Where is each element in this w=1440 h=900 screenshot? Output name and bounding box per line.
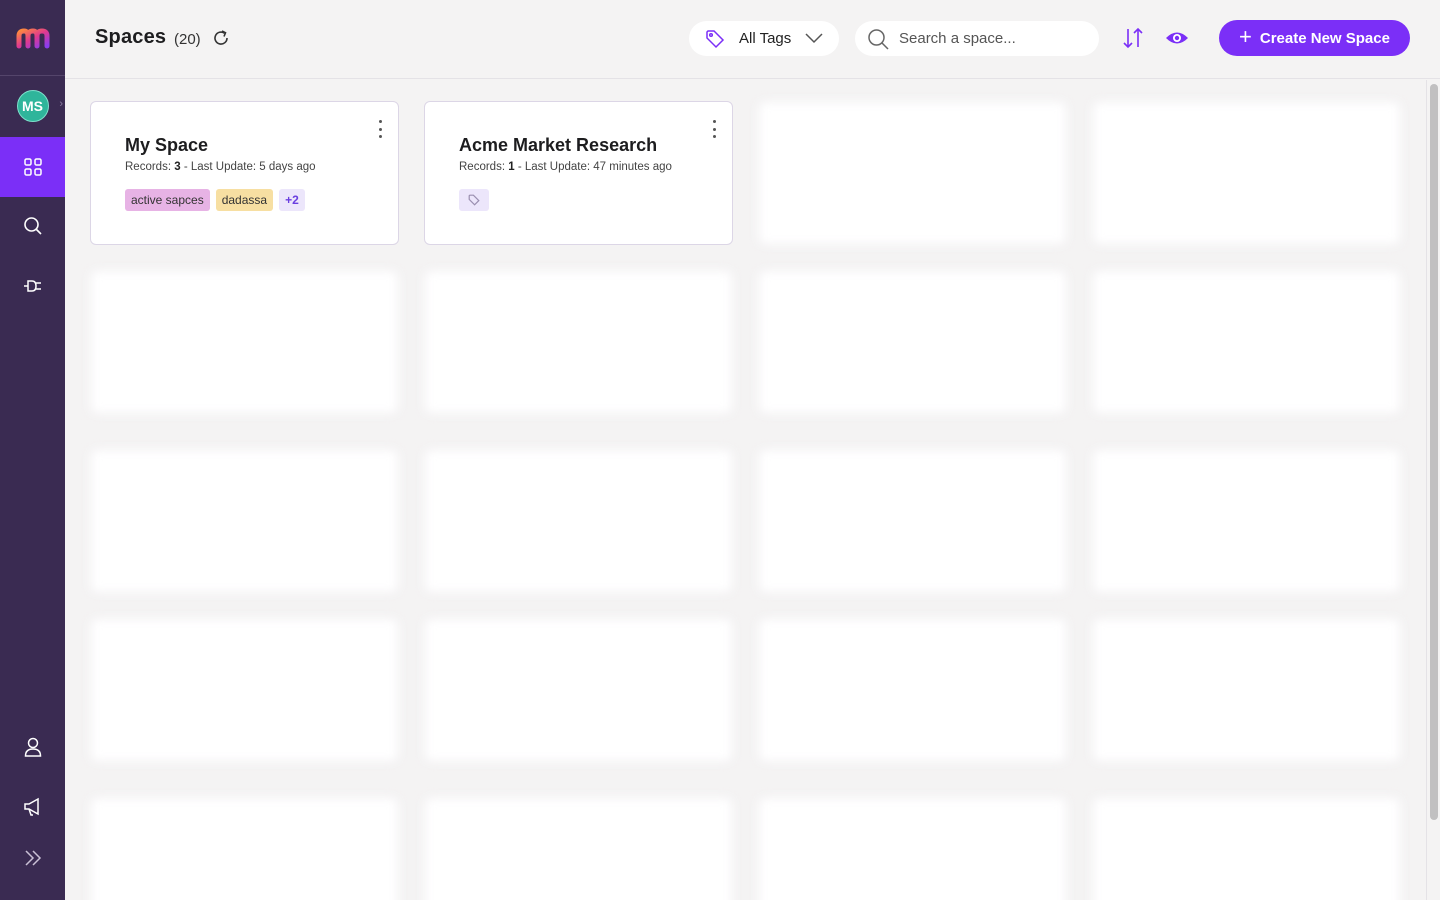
space-card-blurred	[758, 101, 1067, 245]
sidebar-item-spaces[interactable]	[0, 137, 65, 197]
logo-icon	[16, 27, 49, 48]
chevron-down-icon	[805, 33, 823, 44]
search-icon	[23, 217, 42, 235]
sidebar-item-integrations[interactable]	[0, 256, 65, 316]
chevrons-right-icon	[24, 850, 41, 866]
scrollbar-thumb[interactable]	[1430, 84, 1438, 820]
space-meta: Records: 1 - Last Update: 47 minutes ago	[459, 161, 672, 173]
space-card-blurred	[90, 449, 399, 593]
tag-chip[interactable]: active sapces	[125, 189, 210, 211]
app-logo[interactable]	[0, 0, 65, 76]
space-tags	[459, 189, 489, 211]
space-card-blurred	[1092, 618, 1401, 762]
space-card-blurred	[424, 449, 733, 593]
grid-icon	[23, 158, 42, 176]
space-name: Acme Market Research	[459, 135, 658, 155]
avatar[interactable]: MS	[16, 90, 49, 122]
refresh-button[interactable]	[211, 28, 231, 53]
add-tag-chip[interactable]	[459, 189, 489, 211]
header: Spaces (20) All Tags + Create Ne	[65, 0, 1440, 79]
sort-icon	[1123, 27, 1143, 49]
tag-chip[interactable]: dadassa	[215, 189, 274, 211]
plus-icon: +	[1239, 24, 1252, 49]
space-card-blurred	[1092, 101, 1401, 245]
space-card-blurred	[424, 270, 733, 414]
space-card-blurred	[758, 797, 1067, 900]
space-card-blurred	[758, 270, 1067, 414]
tag-icon	[468, 194, 480, 206]
page-title: Spaces	[95, 26, 167, 48]
sidebar-item-profile[interactable]	[0, 717, 65, 777]
sidebar-item-search[interactable]	[0, 196, 65, 256]
megaphone-icon	[23, 797, 39, 816]
card-menu-icon[interactable]	[376, 120, 384, 138]
user-icon	[24, 737, 41, 757]
space-tags: active sapces dadassa +2	[125, 189, 305, 211]
space-card-blurred	[1092, 797, 1401, 900]
space-meta: Records: 3 - Last Update: 5 days ago	[125, 161, 316, 173]
search-input[interactable]	[899, 30, 1089, 47]
space-card-blurred	[90, 618, 399, 762]
more-tags-chip[interactable]: +2	[279, 189, 305, 211]
card-menu-icon[interactable]	[710, 120, 718, 138]
view-toggle-button[interactable]	[1165, 29, 1189, 52]
eye-icon	[1166, 32, 1188, 44]
space-card[interactable]: Acme Market Research Records: 1 - Last U…	[424, 101, 733, 245]
create-space-button[interactable]: + Create New Space	[1219, 20, 1410, 56]
space-card-blurred	[90, 270, 399, 414]
sort-button[interactable]	[1121, 26, 1145, 55]
spaces-grid: My Space Records: 3 - Last Update: 5 day…	[65, 80, 1425, 900]
sidebar: MS ›	[0, 0, 65, 900]
space-name: My Space	[125, 135, 209, 155]
tags-filter-label: All Tags	[739, 30, 792, 47]
search-box[interactable]	[855, 21, 1099, 56]
space-card-blurred	[424, 618, 733, 762]
scrollbar[interactable]	[1426, 80, 1440, 900]
space-card-blurred	[758, 449, 1067, 593]
space-card-blurred	[1092, 270, 1401, 414]
user-menu[interactable]: MS ›	[0, 76, 65, 136]
tag-icon	[706, 29, 725, 48]
space-card[interactable]: My Space Records: 3 - Last Update: 5 day…	[90, 101, 399, 245]
plug-icon	[23, 280, 41, 292]
refresh-icon	[214, 30, 228, 45]
sidebar-expand[interactable]	[0, 828, 65, 888]
space-count: (20)	[174, 31, 201, 48]
space-card-blurred	[758, 618, 1067, 762]
chevron-right-icon: ›	[59, 98, 63, 110]
space-card-blurred	[424, 797, 733, 900]
tags-filter[interactable]: All Tags	[689, 21, 839, 56]
space-card-blurred	[1092, 449, 1401, 593]
search-icon	[868, 28, 889, 50]
create-space-label: Create New Space	[1259, 29, 1390, 47]
space-card-blurred	[90, 797, 399, 900]
